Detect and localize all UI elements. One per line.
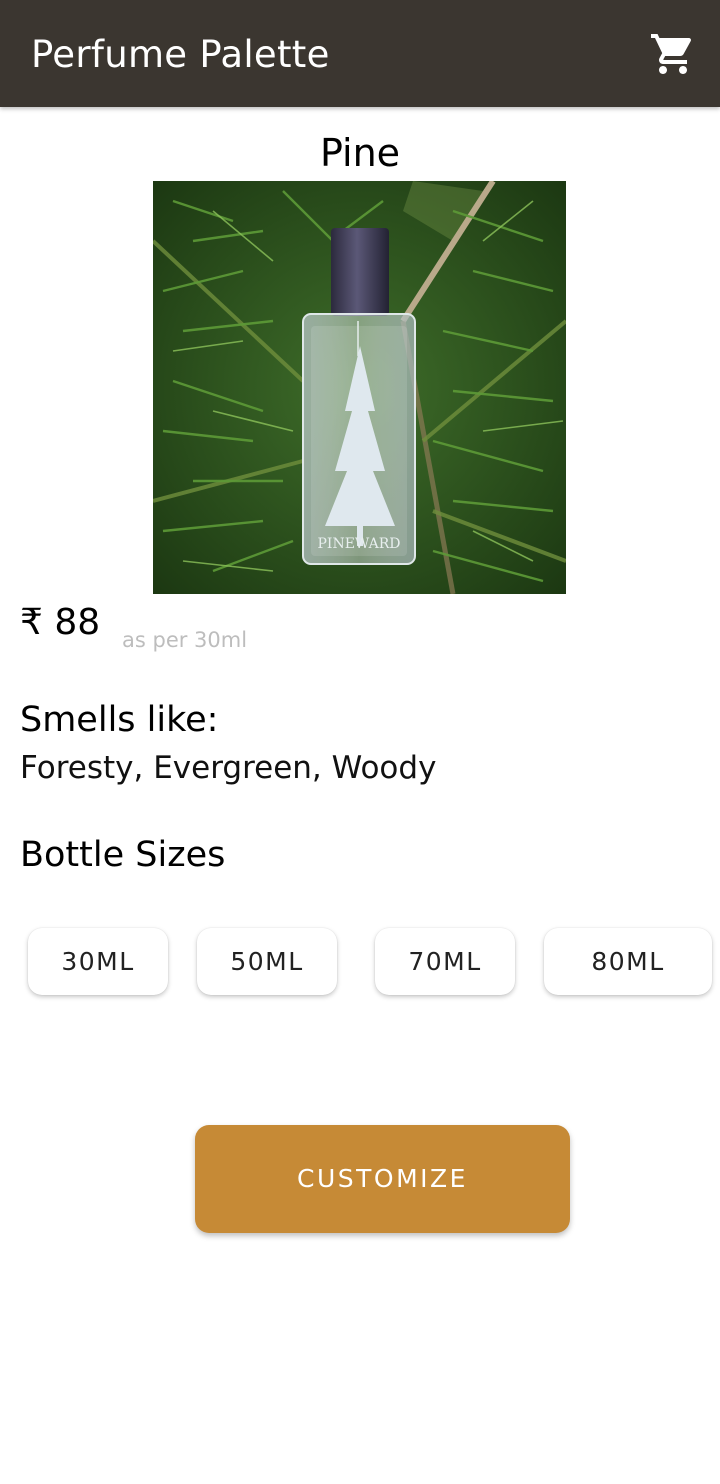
app-title: Perfume Palette — [31, 33, 330, 76]
price-note: as per 30ml — [122, 628, 248, 652]
size-option-50ml[interactable]: 50ML — [197, 928, 337, 995]
smells-value: Foresty, Evergreen, Woody — [20, 750, 437, 786]
size-option-80ml[interactable]: 80ML — [544, 928, 712, 995]
product-image: PINEWARD — [153, 181, 566, 594]
shopping-cart-icon — [651, 34, 692, 74]
product-price: ₹ 88 — [20, 602, 101, 643]
app-bar: Perfume Palette — [0, 0, 720, 107]
size-option-70ml[interactable]: 70ML — [375, 928, 515, 995]
product-title: Pine — [319, 131, 401, 175]
cart-button[interactable] — [648, 30, 698, 78]
smells-heading: Smells like: — [20, 700, 219, 740]
customize-button[interactable]: CUSTOMIZE — [195, 1125, 570, 1233]
bottle-sizes-heading: Bottle Sizes — [20, 835, 226, 875]
bottle-label-text: PINEWARD — [318, 536, 401, 552]
size-option-30ml[interactable]: 30ML — [28, 928, 168, 995]
